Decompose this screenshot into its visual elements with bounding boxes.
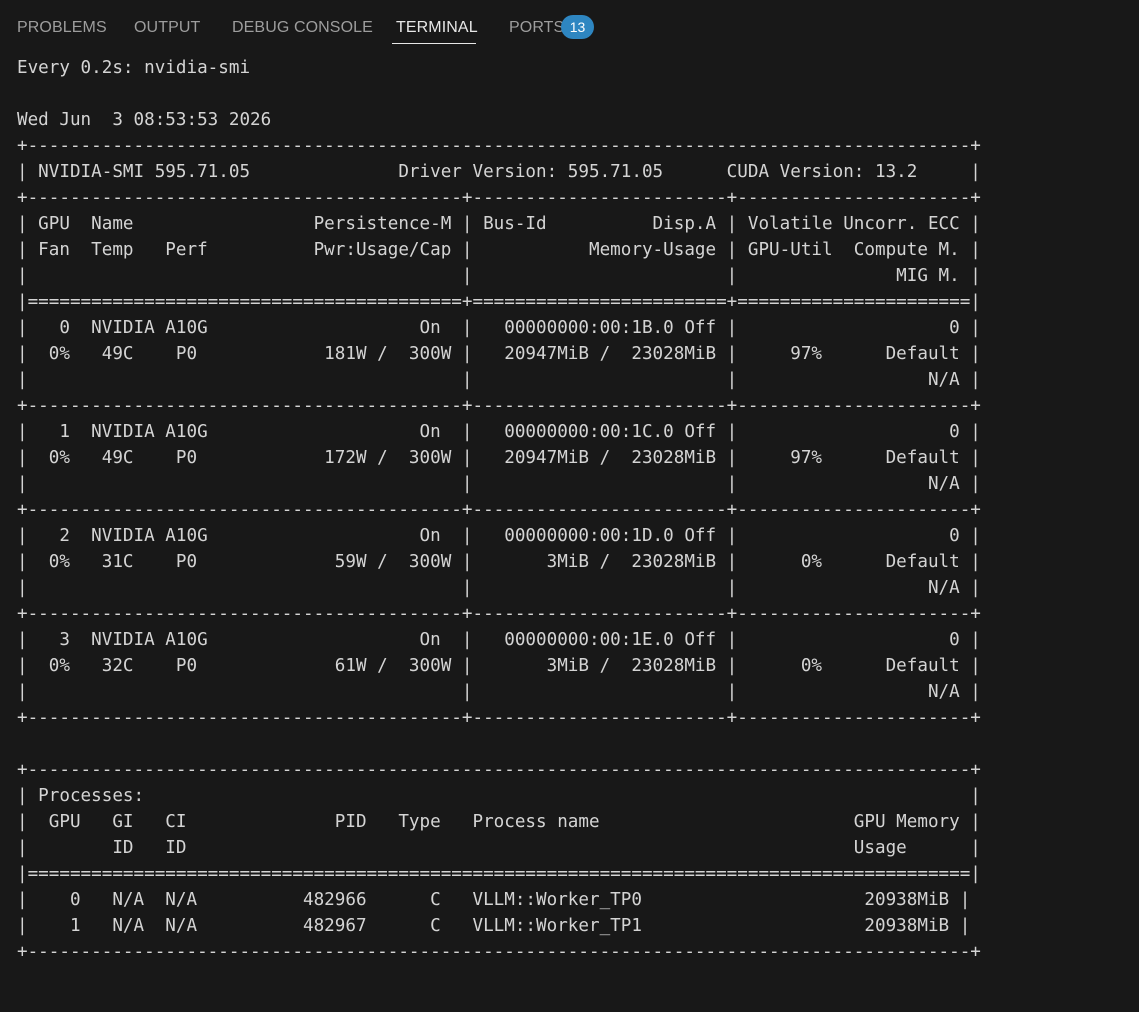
terminal-line: +---------------------------------------… bbox=[17, 604, 981, 624]
terminal-line: | 0% 49C P0 172W / 300W | 20947MiB / 230… bbox=[17, 448, 981, 468]
terminal-line: | 0% 31C P0 59W / 300W | 3MiB / 23028MiB… bbox=[17, 552, 981, 572]
tab-terminal[interactable]: TERMINAL bbox=[396, 18, 478, 38]
terminal-line: +---------------------------------------… bbox=[17, 708, 981, 728]
terminal-line: Wed Jun 3 08:53:53 2026 bbox=[17, 110, 272, 130]
terminal-line: +---------------------------------------… bbox=[17, 188, 981, 208]
terminal-line: | 0 N/A N/A 482966 C VLLM::Worker_TP0 20… bbox=[17, 890, 971, 910]
tab-ports[interactable]: PORTS bbox=[509, 18, 564, 38]
panel-tab-bar: PROBLEMS OUTPUT DEBUG CONSOLE TERMINAL P… bbox=[0, 0, 1139, 54]
terminal-line: Every 0.2s: nvidia-smi bbox=[17, 58, 251, 78]
terminal-line: | 0% 49C P0 181W / 300W | 20947MiB / 230… bbox=[17, 344, 981, 364]
terminal-line: | Processes: | bbox=[17, 786, 981, 806]
ports-count-badge: 13 bbox=[561, 15, 594, 39]
terminal-line: | | | N/A | bbox=[17, 474, 981, 494]
terminal-line: | | | N/A | bbox=[17, 682, 981, 702]
terminal-line: | 3 NVIDIA A10G On | 00000000:00:1E.0 Of… bbox=[17, 630, 981, 650]
tab-output[interactable]: OUTPUT bbox=[134, 18, 200, 38]
terminal-line: |=======================================… bbox=[17, 864, 981, 884]
terminal-line: | | | N/A | bbox=[17, 578, 981, 598]
terminal-line: | GPU GI CI PID Type Process name GPU Me… bbox=[17, 812, 981, 832]
active-tab-indicator bbox=[392, 43, 476, 44]
terminal-line: +---------------------------------------… bbox=[17, 500, 981, 520]
terminal-line: | ID ID Usage | bbox=[17, 838, 981, 858]
terminal-line: | NVIDIA-SMI 595.71.05 Driver Version: 5… bbox=[17, 162, 981, 182]
terminal-line: | GPU Name Persistence-M | Bus-Id Disp.A… bbox=[17, 214, 981, 234]
terminal-line: +---------------------------------------… bbox=[17, 396, 981, 416]
tab-debug-console[interactable]: DEBUG CONSOLE bbox=[232, 18, 373, 38]
terminal-line: | | | N/A | bbox=[17, 370, 981, 390]
terminal-line: |=======================================… bbox=[17, 292, 981, 312]
terminal-line: | 1 NVIDIA A10G On | 00000000:00:1C.0 Of… bbox=[17, 422, 981, 442]
terminal-line: | 0% 32C P0 61W / 300W | 3MiB / 23028MiB… bbox=[17, 656, 981, 676]
terminal-line: +---------------------------------------… bbox=[17, 136, 981, 156]
tab-problems[interactable]: PROBLEMS bbox=[17, 18, 107, 38]
terminal-line: | 1 N/A N/A 482967 C VLLM::Worker_TP1 20… bbox=[17, 916, 971, 936]
terminal-line: | 2 NVIDIA A10G On | 00000000:00:1D.0 Of… bbox=[17, 526, 981, 546]
terminal-line: | 0 NVIDIA A10G On | 00000000:00:1B.0 Of… bbox=[17, 318, 981, 338]
terminal-line: | | | MIG M. | bbox=[17, 266, 981, 286]
terminal-output[interactable]: Every 0.2s: nvidia-smi Wed Jun 3 08:53:53… bbox=[17, 55, 1127, 995]
terminal-line: +---------------------------------------… bbox=[17, 942, 981, 962]
terminal-line: +---------------------------------------… bbox=[17, 760, 981, 780]
terminal-line: | Fan Temp Perf Pwr:Usage/Cap | Memory-U… bbox=[17, 240, 981, 260]
